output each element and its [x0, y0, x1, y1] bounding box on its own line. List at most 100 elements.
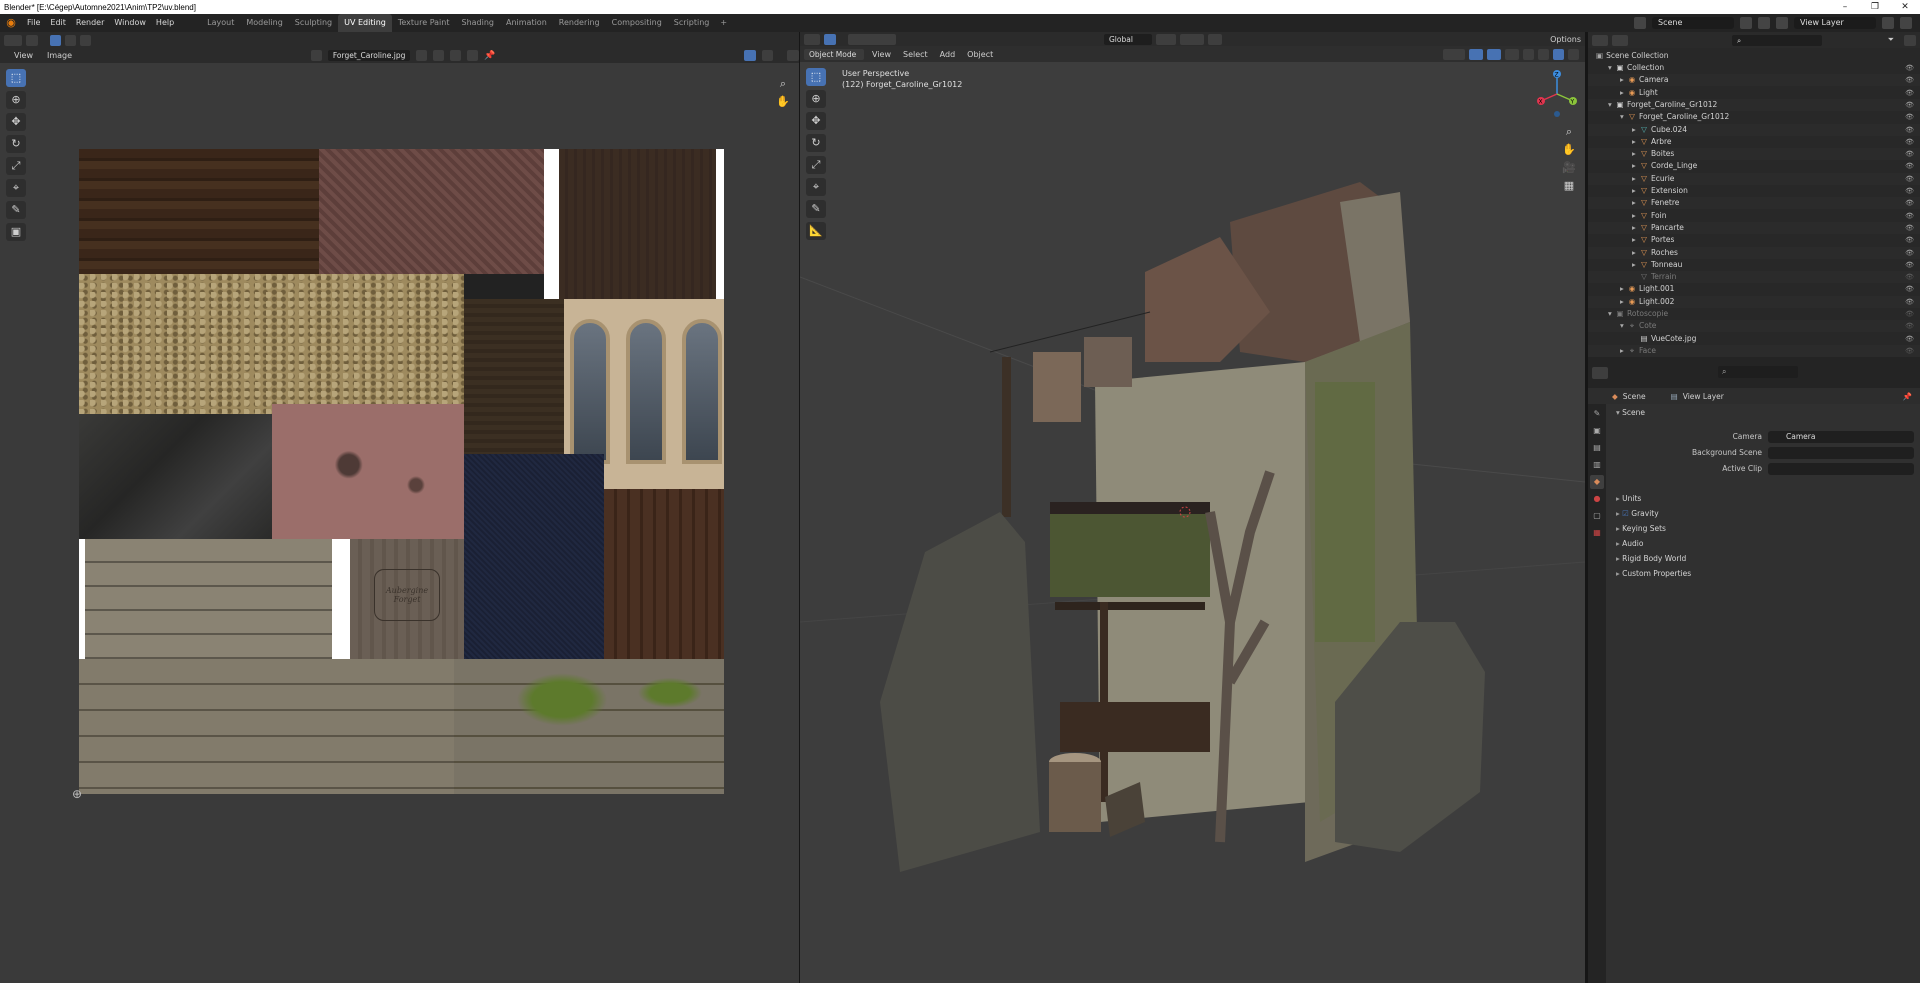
xray-icon[interactable] — [1505, 48, 1519, 60]
panel-audio[interactable]: ▸ Audio — [1616, 537, 1906, 551]
visibility-eye-icon[interactable]: 👁 — [1905, 259, 1914, 271]
uv-sync-icon[interactable] — [743, 50, 756, 61]
new-collection-icon[interactable] — [1904, 34, 1916, 46]
workspace-tab-scripting[interactable]: Scripting — [668, 14, 716, 32]
image-name-field[interactable]: Forget_Caroline.jpg — [327, 50, 411, 61]
mode-selector[interactable]: Object Mode — [804, 48, 864, 60]
chevron-down-icon[interactable]: ▾ — [1608, 62, 1616, 74]
filter-icon[interactable]: ⏷ — [1888, 35, 1894, 45]
maximize-button[interactable]: ❐ — [1860, 0, 1890, 14]
image-new-icon[interactable] — [433, 50, 445, 61]
minimize-button[interactable]: – — [1830, 0, 1860, 14]
visibility-eye-icon[interactable]: 👁 — [1905, 74, 1914, 86]
proportional-edit-icon[interactable] — [1208, 33, 1222, 45]
scene-collection-row[interactable]: ▣ Scene Collection — [1588, 50, 1920, 62]
gizmo-toggle-icon[interactable] — [1469, 48, 1483, 60]
delete-scene-icon[interactable] — [1758, 17, 1770, 29]
visibility-eye-icon[interactable]: 👁 — [1905, 136, 1914, 148]
breadcrumb-scene[interactable]: Scene — [1623, 392, 1646, 401]
pivot-icon[interactable] — [1156, 33, 1176, 45]
workspace-tab-rendering[interactable]: Rendering — [553, 14, 606, 32]
outliner-row[interactable]: ▸ ◉ Light 👁 — [1588, 87, 1920, 99]
menu-help[interactable]: Help — [151, 14, 179, 32]
chevron-down-icon[interactable]: ▾ — [1608, 308, 1616, 320]
outliner-row[interactable]: ▸ ▽ Pancarte 👁 — [1588, 221, 1920, 234]
chevron-right-icon[interactable]: ▸ — [1620, 74, 1628, 86]
workspace-tab-modeling[interactable]: Modeling — [240, 14, 288, 32]
pan-hand-icon[interactable]: ✋ — [775, 94, 791, 110]
visibility-eye-icon[interactable]: 👁 — [1905, 160, 1914, 172]
outliner-row[interactable]: ▾ ⌖ Cote 👁 — [1588, 320, 1920, 333]
outliner-row[interactable]: ▾ ▽ Forget_Caroline_Gr1012 👁 — [1588, 111, 1920, 123]
tool-tab-icon[interactable]: ✎ — [1590, 407, 1604, 421]
panel-gravity[interactable]: ▸ ☑ Gravity — [1616, 507, 1906, 521]
outliner-row[interactable]: ▸ ▽ Ecurie 👁 — [1588, 172, 1920, 185]
chevron-right-icon[interactable]: ▸ — [1620, 87, 1628, 99]
select-tool-icon[interactable] — [824, 33, 836, 45]
add-workspace-icon[interactable]: + — [715, 14, 732, 32]
chevron-right-icon[interactable]: ▸ — [1632, 160, 1640, 172]
menu-view[interactable]: View — [10, 51, 37, 60]
workspace-tab-sculpting[interactable]: Sculpting — [289, 14, 338, 32]
scene-field[interactable]: Scene — [1652, 17, 1734, 29]
outliner-row[interactable]: ▾ ▣ Collection 👁 — [1588, 62, 1920, 74]
3d-viewport[interactable]: Global Options Object Mode View Select A… — [800, 32, 1585, 983]
blender-logo-icon[interactable]: ◉ — [4, 16, 18, 30]
image-open-icon[interactable] — [450, 50, 462, 61]
visibility-eye-icon[interactable]: 👁 — [1905, 111, 1914, 123]
outliner[interactable]: ⌕ ⏷ ▣ Scene Collection ▾ ▣ Collection 👁 ▸ ◉ Cam… — [1588, 32, 1920, 357]
chevron-right-icon[interactable]: ▸ — [1632, 148, 1640, 160]
image-fake-user-icon[interactable] — [416, 50, 428, 61]
outliner-row[interactable]: ▾ ▣ Forget_Caroline_Gr1012 👁 — [1588, 98, 1920, 111]
chevron-right-icon[interactable]: ▸ — [1632, 259, 1640, 271]
chevron-right-icon[interactable]: ▸ — [1632, 222, 1640, 234]
visibility-eye-icon[interactable]: 👁 — [1905, 197, 1914, 209]
new-view-layer-icon[interactable] — [1882, 17, 1894, 29]
editor-type-icon[interactable] — [4, 34, 22, 46]
shading-wire-icon[interactable] — [1523, 48, 1534, 60]
menu-image[interactable]: Image — [43, 51, 76, 60]
scene-tab-icon[interactable]: ◆ — [1590, 475, 1604, 489]
panel-keying-sets[interactable]: ▸ Keying Sets — [1616, 522, 1906, 536]
overlay-icon[interactable] — [786, 50, 799, 61]
output-tab-icon[interactable]: ▤ — [1590, 441, 1604, 455]
editor-type-icon[interactable] — [804, 33, 820, 45]
move-tool-icon[interactable]: ✥ — [6, 113, 26, 131]
properties-editor[interactable]: ◆ Scene ▤ View Layer 📌 ✎ ▣ ▤ ▥ ◆ ● ▢ ▦ ▾… — [1588, 388, 1920, 983]
chevron-down-icon[interactable]: ▾ — [1620, 111, 1628, 123]
visibility-eye-icon[interactable]: 👁 — [1905, 185, 1914, 197]
grab-tool-icon[interactable]: ▣ — [6, 223, 26, 241]
shading-solid-icon[interactable] — [1538, 48, 1549, 60]
outliner-row[interactable]: ▸ ▽ Foin 👁 — [1588, 210, 1920, 222]
select-mode-face-icon[interactable] — [80, 34, 91, 46]
outliner-search-input[interactable]: ⌕ — [1732, 34, 1822, 46]
pin-icon[interactable]: 📌 — [484, 51, 495, 61]
chevron-down-icon[interactable]: ▾ — [1608, 99, 1616, 111]
visibility-eye-icon[interactable]: 👁 — [1905, 87, 1914, 99]
select-mode-vertex-icon[interactable] — [50, 34, 61, 46]
visibility-eye-icon[interactable]: 👁 — [1905, 333, 1914, 345]
chevron-right-icon[interactable]: ▸ — [1632, 185, 1640, 197]
shading-material-icon[interactable] — [1553, 48, 1564, 60]
outliner-row[interactable]: ▸ ▽ Roches 👁 — [1588, 246, 1920, 259]
outliner-row[interactable]: ▾ ▣ Rotoscopie 👁 — [1588, 308, 1920, 320]
scene-panel-header[interactable]: ▾ Scene — [1616, 406, 1645, 420]
shading-rendered-icon[interactable] — [1568, 48, 1579, 60]
world-tab-icon[interactable]: ● — [1590, 492, 1604, 506]
chevron-right-icon[interactable]: ▸ — [1632, 136, 1640, 148]
panel-custom-properties[interactable]: ▸ Custom Properties — [1616, 567, 1906, 581]
outliner-row[interactable]: ▸ ◉ Light.002 👁 — [1588, 295, 1920, 308]
properties-search-input[interactable]: ⌕ — [1718, 366, 1798, 378]
image-unlink-icon[interactable] — [467, 50, 479, 61]
image-browse-icon[interactable] — [310, 50, 322, 61]
background-scene-field[interactable] — [1768, 447, 1914, 459]
visibility-eye-icon[interactable]: 👁 — [1905, 345, 1914, 357]
chevron-right-icon[interactable]: ▸ — [1632, 210, 1640, 222]
outliner-row[interactable]: ▸ ▽ Arbre 👁 — [1588, 136, 1920, 148]
visibility-eye-icon[interactable]: 👁 — [1905, 124, 1914, 136]
visibility-eye-icon[interactable]: 👁 — [1905, 99, 1914, 111]
options-menu[interactable]: Options — [1546, 35, 1585, 44]
chevron-right-icon[interactable]: ▸ — [1620, 345, 1628, 357]
new-scene-icon[interactable] — [1740, 17, 1752, 29]
render-tab-icon[interactable]: ▣ — [1590, 424, 1604, 438]
